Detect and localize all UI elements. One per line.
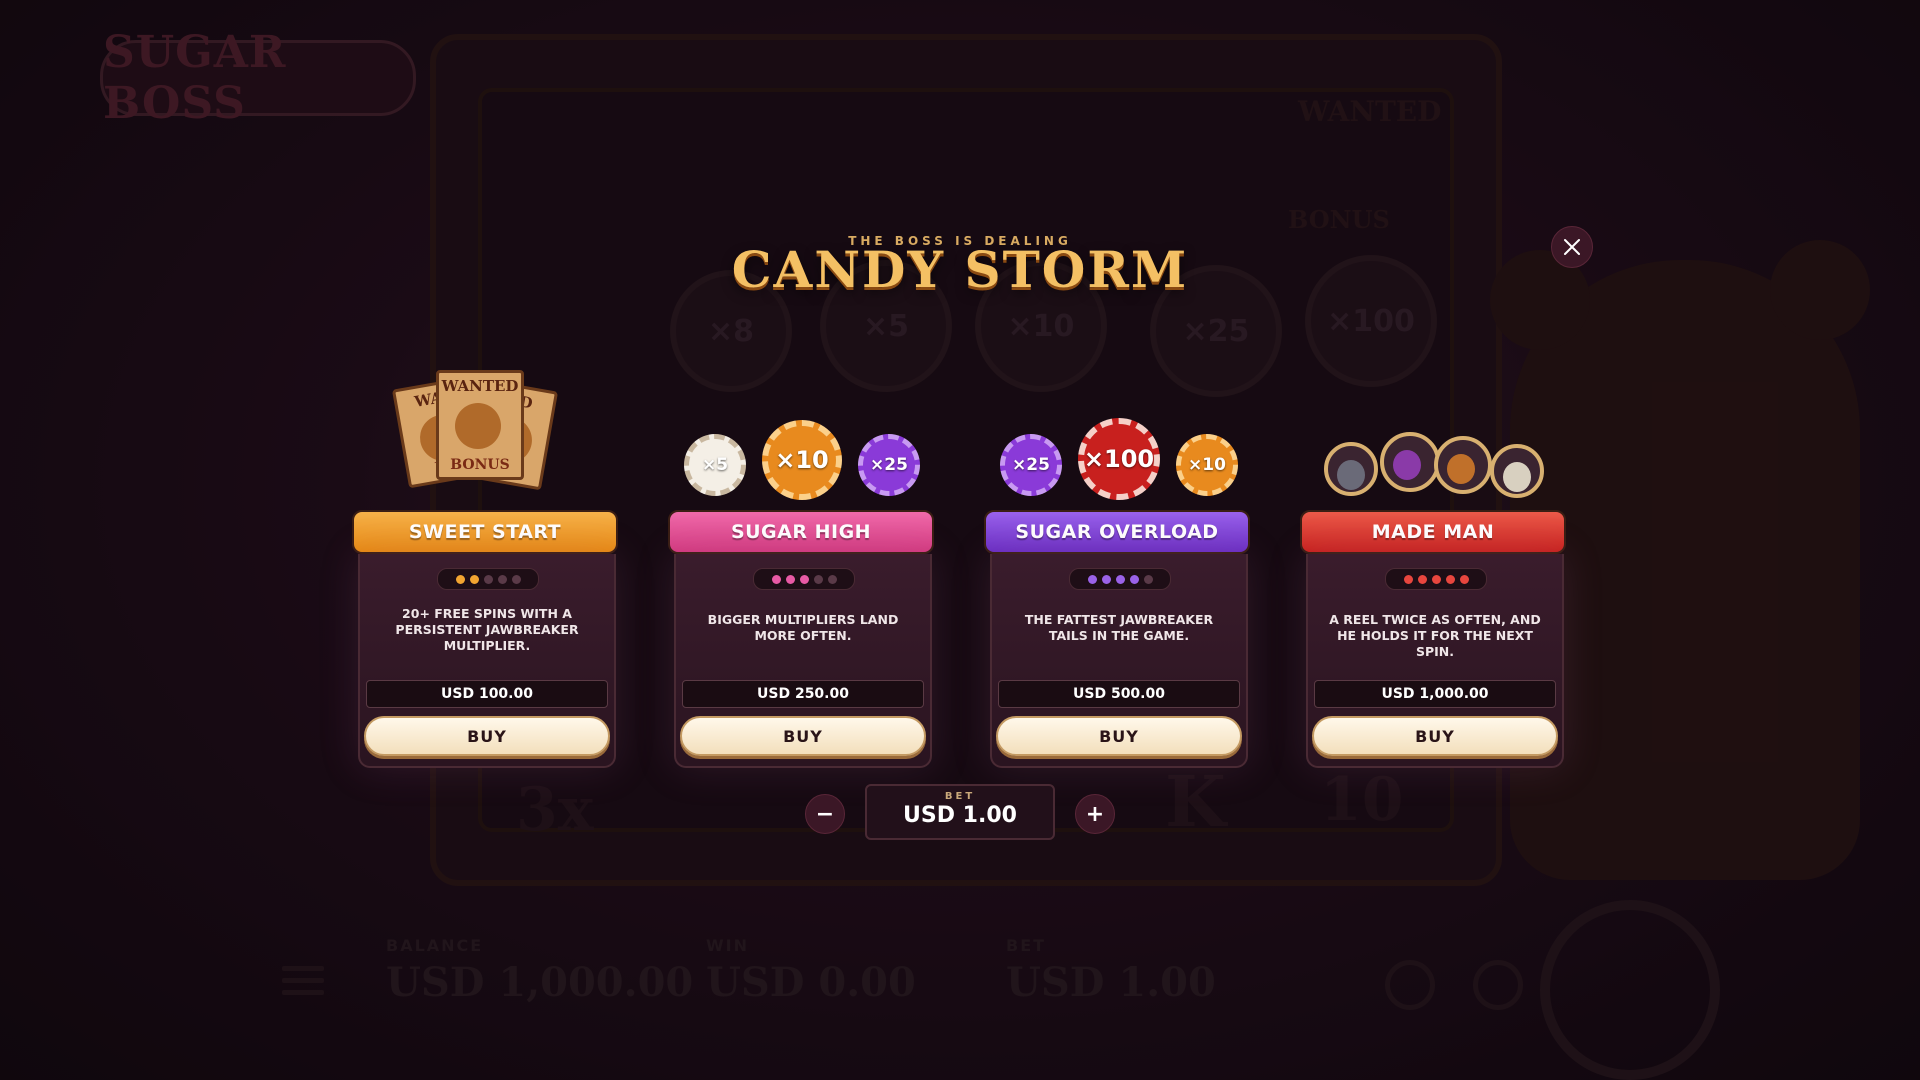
card-description: 20+ FREE SPINS WITH A PERSISTENT JAWBREA… bbox=[395, 606, 579, 653]
modal-backdrop bbox=[0, 0, 1920, 1080]
volatility-dot bbox=[1129, 574, 1139, 584]
gangster-portrait bbox=[1324, 442, 1378, 496]
volatility-dot bbox=[799, 574, 809, 584]
volatility-dot bbox=[1101, 574, 1111, 584]
volatility-dot bbox=[469, 574, 479, 584]
volatility-dot bbox=[785, 574, 795, 584]
bonus-card-sugar-high: ×5 ×10 ×25 SUGAR HIGH BIGGER MULTIPLIERS… bbox=[668, 420, 938, 770]
volatility-dot bbox=[511, 574, 521, 584]
volatility-dot bbox=[497, 574, 507, 584]
volatility-dot bbox=[455, 574, 465, 584]
bonus-card-made-man: MADE MAN A REEL TWICE AS OFTEN, AND HE H… bbox=[1300, 432, 1570, 770]
volatility-dot bbox=[1431, 574, 1441, 584]
minus-icon: − bbox=[815, 801, 835, 827]
multiplier-chip: ×5 bbox=[684, 434, 746, 496]
volatility-dot bbox=[1459, 574, 1469, 584]
volatility-dot bbox=[813, 574, 823, 584]
volatility-meter bbox=[437, 568, 539, 590]
gangster-portrait bbox=[1434, 436, 1492, 494]
card-body: BIGGER MULTIPLIERS LAND MORE OFTEN. USD … bbox=[674, 554, 932, 768]
card-header[interactable]: MADE MAN bbox=[1300, 510, 1566, 554]
card-price: USD 500.00 bbox=[998, 680, 1240, 708]
bet-decrease-button[interactable]: − bbox=[805, 794, 845, 834]
bet-increase-button[interactable]: + bbox=[1075, 794, 1115, 834]
volatility-dot bbox=[1087, 574, 1097, 584]
volatility-meter bbox=[1385, 568, 1487, 590]
card-header[interactable]: SUGAR HIGH bbox=[668, 510, 934, 554]
card-description: A REEL TWICE AS OFTEN, AND HE HOLDS IT F… bbox=[1329, 612, 1541, 659]
card-price: USD 100.00 bbox=[366, 680, 608, 708]
multiplier-chip: ×25 bbox=[858, 434, 920, 496]
portraits-art bbox=[1300, 360, 1570, 505]
volatility-dot bbox=[483, 574, 493, 584]
volatility-meter bbox=[1069, 568, 1171, 590]
close-icon bbox=[1564, 239, 1580, 255]
buy-button[interactable]: BUY bbox=[996, 716, 1242, 756]
buy-button[interactable]: BUY bbox=[364, 716, 610, 756]
bonus-card-sweet-start: WANBO TED WANTEDBONUS SWEET START 20+ FR… bbox=[352, 370, 622, 770]
chips-art: ×25 ×100 ×10 bbox=[984, 360, 1254, 505]
bet-value: USD 1.00 bbox=[903, 803, 1017, 828]
card-body: 20+ FREE SPINS WITH A PERSISTENT JAWBREA… bbox=[358, 554, 616, 768]
card-body: THE FATTEST JAWBREAKER TAILS IN THE GAME… bbox=[990, 554, 1248, 768]
chips-art: ×5 ×10 ×25 bbox=[668, 360, 938, 505]
card-header[interactable]: SWEET START bbox=[352, 510, 618, 554]
card-header[interactable]: SUGAR OVERLOAD bbox=[984, 510, 1250, 554]
plus-icon: + bbox=[1085, 801, 1105, 827]
card-price: USD 250.00 bbox=[682, 680, 924, 708]
gangster-portrait bbox=[1380, 432, 1440, 492]
card-body: A REEL TWICE AS OFTEN, AND HE HOLDS IT F… bbox=[1306, 554, 1564, 768]
volatility-dot bbox=[1403, 574, 1413, 584]
volatility-dot bbox=[1445, 574, 1455, 584]
wanted-posters-art: WANBO TED WANTEDBONUS bbox=[352, 360, 622, 505]
close-button[interactable] bbox=[1551, 226, 1593, 268]
bet-label: BET bbox=[944, 791, 976, 802]
multiplier-chip: ×25 bbox=[1000, 434, 1062, 496]
volatility-dot bbox=[1143, 574, 1153, 584]
modal-title: CANDY STORM bbox=[731, 240, 1189, 299]
volatility-dot bbox=[827, 574, 837, 584]
volatility-dot bbox=[1417, 574, 1427, 584]
bet-display: BET USD 1.00 bbox=[865, 784, 1055, 840]
buy-button[interactable]: BUY bbox=[680, 716, 926, 756]
bonus-card-sugar-overload: ×25 ×100 ×10 SUGAR OVERLOAD THE FATTEST … bbox=[984, 418, 1254, 770]
multiplier-chip: ×10 bbox=[762, 420, 842, 500]
volatility-meter bbox=[753, 568, 855, 590]
card-description: THE FATTEST JAWBREAKER TAILS IN THE GAME… bbox=[1024, 612, 1214, 643]
multiplier-chip: ×100 bbox=[1078, 418, 1160, 500]
gangster-portrait bbox=[1490, 444, 1544, 498]
volatility-dot bbox=[771, 574, 781, 584]
wanted-poster: WANTED BONUS bbox=[436, 370, 524, 480]
card-description: BIGGER MULTIPLIERS LAND MORE OFTEN. bbox=[707, 612, 899, 643]
buy-button[interactable]: BUY bbox=[1312, 716, 1558, 756]
card-price: USD 1,000.00 bbox=[1314, 680, 1556, 708]
volatility-dot bbox=[1115, 574, 1125, 584]
multiplier-chip: ×10 bbox=[1176, 434, 1238, 496]
